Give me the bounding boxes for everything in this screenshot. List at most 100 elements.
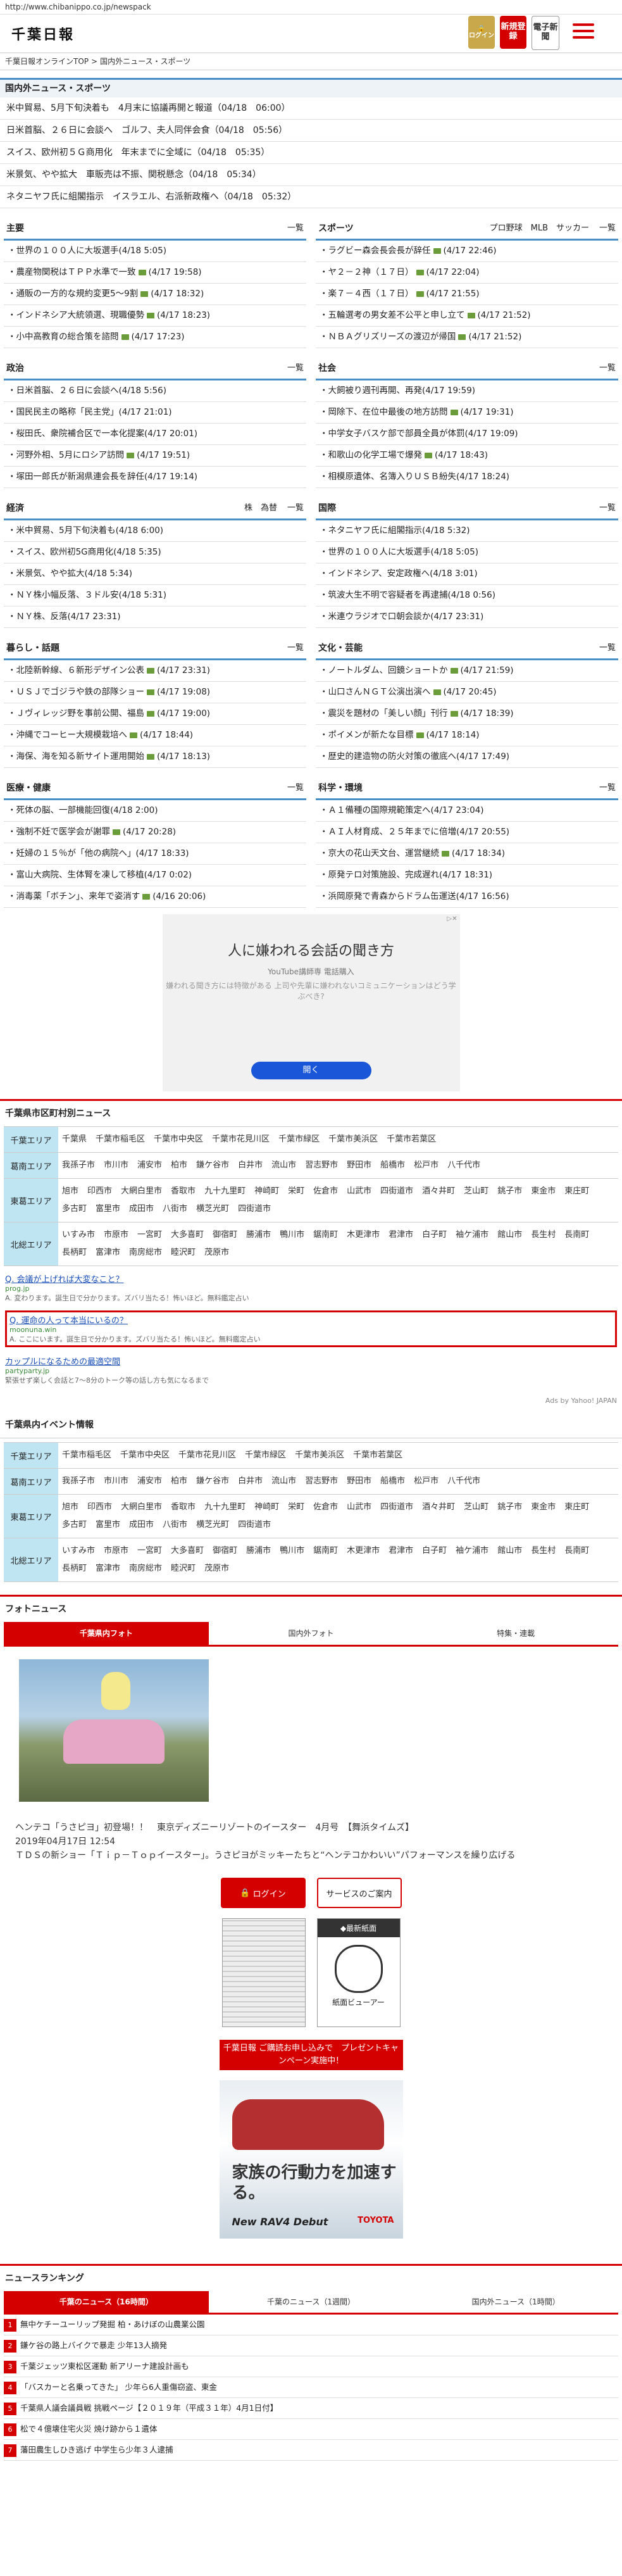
city-link[interactable]: 酒々井町 — [422, 1502, 455, 1512]
list-item[interactable]: ・五輪選考の男女差不公平と申し立て (4/17 21:52) — [316, 305, 618, 327]
city-link[interactable]: 八千代市 — [447, 1160, 480, 1170]
list-item[interactable]: ・和歌山の化学工場で爆発 (4/17 18:43) — [316, 445, 618, 467]
city-link[interactable]: 多古町 — [62, 1520, 87, 1530]
city-link[interactable]: 鎌ケ谷市 — [196, 1476, 229, 1486]
list-item[interactable]: ・国民民主の略称「民主党」(4/17 21:01) — [4, 402, 306, 424]
list-item[interactable]: ・歴史的建造物の防火対策の徹底へ(4/17 17:49) — [316, 746, 618, 768]
city-link[interactable]: 印西市 — [87, 1186, 112, 1196]
list-item[interactable]: 米中貿易、5月下旬決着も 4月末に協議再開と報道（04/18 06:00） — [0, 97, 622, 120]
more-link[interactable]: 一覧 — [287, 498, 304, 518]
city-link[interactable]: 船橋市 — [380, 1476, 405, 1486]
city-link[interactable]: 流山市 — [271, 1476, 296, 1486]
list-item[interactable]: スイス、欧州初５Ｇ商用化 年末までに全域に（04/18 05:35） — [0, 142, 622, 164]
city-link[interactable]: 長南町 — [564, 1230, 589, 1240]
ad-open-button[interactable]: 開く — [251, 1062, 371, 1079]
list-item[interactable]: ・農産物関税はＴＰＰ水準で一致 (4/17 19:58) — [4, 262, 306, 284]
service-info-button[interactable]: サービスのご案内 — [316, 1878, 402, 1908]
text-ad[interactable]: カップルになるための最適空間 partyparty.jp 緊張せず楽しく会話と7〜8… — [5, 1355, 617, 1385]
more-link[interactable]: 一覧 — [287, 778, 304, 798]
city-link[interactable]: 市川市 — [104, 1160, 128, 1170]
list-item[interactable]: ・スイス、欧州初5G商用化(4/18 5:35) — [4, 542, 306, 563]
city-link[interactable]: 白子町 — [422, 1546, 447, 1555]
city-link[interactable]: 長生村 — [531, 1230, 556, 1240]
city-link[interactable]: 富津市 — [96, 1248, 120, 1257]
city-link[interactable]: 千葉市若葉区 — [353, 1450, 402, 1460]
list-item[interactable]: ・ＮＢＡグリズリーズの渡辺が帰国 (4/17 21:52) — [316, 327, 618, 348]
more-link[interactable]: 一覧 — [287, 638, 304, 658]
news-block-title[interactable]: 暮らし・話題 — [6, 643, 59, 653]
list-item[interactable]: ・ネタニヤフ氏に組閣指示(4/18 5:32) — [316, 520, 618, 542]
list-item[interactable]: 日米首脳、２６日に会談へ ゴルフ、夫人同伴会食（04/18 05:56） — [0, 120, 622, 142]
city-link[interactable]: 千葉市美浜区 — [295, 1450, 344, 1460]
city-link[interactable]: 白井市 — [238, 1160, 263, 1170]
city-link[interactable]: 大多喜町 — [171, 1230, 204, 1240]
city-link[interactable]: 神崎町 — [254, 1502, 279, 1512]
latest-paper-image[interactable] — [221, 1918, 306, 2027]
news-block-title[interactable]: 経済 — [6, 503, 24, 513]
city-link[interactable]: 千葉市中央区 — [120, 1450, 170, 1460]
city-link[interactable]: 大網白里市 — [121, 1186, 162, 1196]
city-link[interactable]: 浦安市 — [137, 1160, 162, 1170]
city-link[interactable]: 市川市 — [104, 1476, 128, 1486]
list-item[interactable]: ・消毒薬「ボチン」、来年で姿消す (4/16 20:06) — [4, 886, 306, 908]
text-ad-title[interactable]: Q. 運命の人って本当にいるの？ — [9, 1314, 613, 1326]
city-link[interactable]: 白子町 — [422, 1230, 447, 1240]
ranking-item[interactable]: 3 千葉ジェッツ東松区運動 新アリーナ建設計画も — [4, 2356, 618, 2377]
breadcrumb-home[interactable]: 千葉日報オンラインTOP — [5, 57, 89, 66]
campaign-banner[interactable]: 千葉日報 ご購読お申し込みで プレゼントキャンペーン実施中！ — [219, 2040, 403, 2070]
city-link[interactable]: 千葉市美浜区 — [328, 1134, 378, 1144]
more-link[interactable]: 一覧 — [287, 218, 304, 239]
more-link[interactable]: 一覧 — [599, 638, 616, 658]
tab-rank-world-1h[interactable]: 国内外ニュース（1時間） — [413, 2291, 618, 2313]
city-link[interactable]: 野田市 — [347, 1160, 371, 1170]
list-item[interactable]: ・妊婦の１５％が「他の病院へ」(4/17 18:33) — [4, 843, 306, 865]
list-item[interactable]: 米景気、やや拡大 車販売は不振、関税懸念（04/18 05:34） — [0, 164, 622, 186]
city-link[interactable]: 横芝光町 — [196, 1520, 229, 1530]
city-link[interactable]: 館山市 — [497, 1230, 522, 1240]
tab-features[interactable]: 特集・連載 — [413, 1622, 618, 1645]
city-link[interactable]: 茂原市 — [204, 1564, 229, 1573]
city-link[interactable]: 茂原市 — [204, 1248, 229, 1257]
city-link[interactable]: 銚子市 — [497, 1186, 522, 1196]
list-item[interactable]: ・富山大病院、生体腎を凍して移植(4/17 0:02) — [4, 865, 306, 886]
list-item[interactable]: ・米景気、やや拡大(4/18 5:34) — [4, 563, 306, 585]
city-link[interactable]: 四街道市 — [380, 1186, 413, 1196]
photo-caption[interactable]: ヘンテコ「うさピヨ」初登場！！ 東京ディズニーリゾートのイースター 4月号 【舞… — [15, 1821, 607, 1835]
city-link[interactable]: 東金市 — [531, 1502, 556, 1512]
list-item[interactable]: ・通販の一方的な規約変更5～9割 (4/17 18:32) — [4, 284, 306, 305]
city-link[interactable]: 千葉市稲毛区 — [96, 1134, 145, 1144]
list-item[interactable]: ・ポイメンが新たな目標 (4/17 18:14) — [316, 725, 618, 746]
city-link[interactable]: 鋸南町 — [313, 1546, 338, 1555]
city-link[interactable]: 鋸南町 — [313, 1230, 338, 1240]
list-item[interactable]: ・震災を題材の「美しい顔」刊行 (4/17 18:39) — [316, 703, 618, 725]
city-link[interactable]: 大多喜町 — [171, 1546, 204, 1555]
ranking-item[interactable]: 6 松で４億壊住宅火災 焼け跡から１遺体 — [4, 2419, 618, 2440]
ranking-item[interactable]: 7 藩田農生しひき逃げ 中学生ら少年３人逮捕 — [4, 2440, 618, 2461]
more-link[interactable]: 一覧 — [599, 498, 616, 518]
city-link[interactable]: 柏市 — [171, 1476, 187, 1486]
city-link[interactable]: 多古町 — [62, 1204, 87, 1214]
city-link[interactable]: 御宿町 — [213, 1230, 237, 1240]
city-link[interactable]: 野田市 — [347, 1476, 371, 1486]
list-item[interactable]: ・浜岡原発で青森からドラム缶運送(4/17 16:56) — [316, 886, 618, 908]
city-link[interactable]: 勝浦市 — [246, 1230, 271, 1240]
city-link[interactable]: 香取市 — [171, 1502, 196, 1512]
city-link[interactable]: 白井市 — [238, 1476, 263, 1486]
city-link[interactable]: 船橋市 — [380, 1160, 405, 1170]
city-link[interactable]: 松戸市 — [414, 1476, 439, 1486]
city-link[interactable]: 銚子市 — [497, 1502, 522, 1512]
list-item[interactable]: ・ノートルダム、回鏡ショートか (4/17 21:59) — [316, 660, 618, 682]
city-link[interactable]: 柏市 — [171, 1160, 187, 1170]
city-link[interactable]: 八街市 — [163, 1520, 187, 1530]
tab-rank-chiba-16h[interactable]: 千葉のニュース（16時間） — [4, 2291, 209, 2313]
city-link[interactable]: 袖ケ浦市 — [456, 1230, 488, 1240]
list-item[interactable]: ・中学女子バスケ部で部員全員が体罰(4/17 19:09) — [316, 424, 618, 445]
city-link[interactable]: 印西市 — [87, 1502, 112, 1512]
list-item[interactable]: ・日米首脳、２６日に会談へ(4/18 5:56) — [4, 380, 306, 402]
tab-chiba-photo[interactable]: 千葉県内フォト — [4, 1622, 209, 1645]
city-link[interactable]: 千葉市若葉区 — [387, 1134, 436, 1144]
url-bar[interactable]: http://www.chibanippo.co.jp/newspack — [0, 0, 622, 15]
site-logo[interactable]: 千葉日報 — [11, 23, 75, 44]
list-item[interactable]: ・小中高教育の総合策を諮問 (4/17 17:23) — [4, 327, 306, 348]
city-link[interactable]: 浦安市 — [137, 1476, 162, 1486]
